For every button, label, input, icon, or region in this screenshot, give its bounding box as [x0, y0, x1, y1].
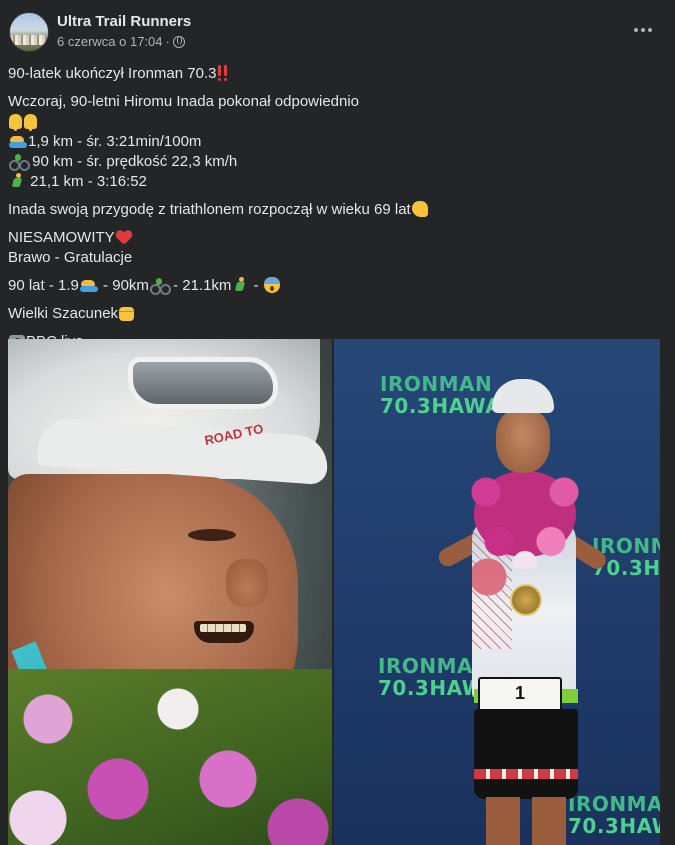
swim-line: 1,9 km - śr. 3:21min/100m	[8, 132, 663, 152]
face	[496, 409, 550, 473]
flexed-biceps-icon	[411, 201, 428, 217]
summary-part-swim: 90 lat - 1.9	[8, 277, 79, 294]
post-timestamp[interactable]: 6 czerwca o 17:04	[57, 34, 163, 49]
pointing-down-line	[8, 112, 663, 132]
double-exclamation-icon	[217, 65, 229, 81]
summary-part-end: -	[249, 277, 263, 294]
run-line: 21,1 km - 3:16:52	[8, 172, 663, 192]
swim-stat: 1,9 km - śr. 3:21min/100m	[28, 133, 202, 150]
finisher-medal	[510, 584, 542, 616]
sunglasses	[128, 357, 278, 409]
run-stat: 21,1 km - 3:16:52	[26, 173, 147, 190]
wow-text: NIESAMOWITY	[8, 229, 115, 246]
flower-lei	[8, 669, 332, 845]
start-line: Inada swoją przygodę z triathlonem rozpo…	[8, 200, 663, 220]
athlete: 1	[434, 379, 610, 845]
flower-lei	[460, 459, 590, 569]
photo-full-body[interactable]: IRONMAN 70.3HAWAII IRONMA 70.3HAWA IRONM…	[334, 339, 660, 845]
start-text: Inada swoją przygodę z triathlonem rozpo…	[8, 201, 411, 218]
summary-line: 90 lat - 1.9 - 90km - 21.1km -	[8, 276, 663, 296]
screaming-face-icon	[263, 277, 280, 293]
post-meta: 6 czerwca o 17:04 ·	[57, 34, 185, 49]
post-photos: ROAD TO IRONMAN 70.3HAWAII IRONMA 70.3HA…	[0, 339, 675, 845]
summary-part-bike: - 90km	[98, 277, 149, 294]
white-cap	[492, 379, 554, 413]
bravo-text: Brawo - Gratulacje	[8, 249, 133, 266]
summary-part-run: - 21.1km	[168, 277, 232, 294]
nose	[226, 559, 268, 607]
runner-icon	[9, 173, 25, 189]
meta-separator: ·	[165, 34, 170, 49]
swimmer-icon	[9, 133, 27, 149]
more-options-button[interactable]	[625, 18, 661, 42]
fist-icon	[119, 307, 135, 321]
post-header: Ultra Trail Runners 6 czerwca o 17:04 ·	[0, 0, 675, 56]
cyclist-icon	[9, 153, 30, 171]
swimmer-icon	[79, 277, 98, 293]
post-intro: Wczoraj, 90-letni Hiromu Inada pokonał o…	[8, 93, 360, 110]
bike-stat: 90 km - śr. prędkość 22,3 km/h	[28, 153, 238, 170]
post-headline-line: 90-latek ukończył Ironman 70.3	[8, 64, 663, 84]
photo-closeup[interactable]: ROAD TO	[8, 339, 332, 845]
globe-icon[interactable]	[172, 35, 185, 48]
red-heart-icon	[116, 229, 132, 245]
runner-icon	[232, 277, 248, 293]
pointing-down-icon	[24, 114, 37, 131]
post-text: 90-latek ukończył Ironman 70.3 Wczoraj, …	[8, 56, 663, 352]
respect-line: Wielki Szacunek	[8, 304, 663, 324]
more-horizontal-icon	[634, 28, 638, 32]
wow-line: NIESAMOWITY	[8, 228, 663, 248]
legs	[486, 797, 566, 845]
respect-text: Wielki Szacunek	[8, 305, 119, 322]
pointing-down-icon	[9, 114, 22, 131]
teeth	[200, 624, 246, 632]
cyclist-icon	[149, 277, 171, 295]
eye	[188, 529, 236, 541]
post-headline: 90-latek ukończył Ironman 70.3	[8, 65, 217, 82]
facebook-post: Ultra Trail Runners 6 czerwca o 17:04 · …	[0, 0, 675, 845]
tri-shorts	[474, 709, 578, 799]
page-name-link[interactable]: Ultra Trail Runners	[57, 13, 191, 30]
page-avatar[interactable]	[9, 12, 49, 52]
bike-line: 90 km - śr. prędkość 22,3 km/h	[8, 152, 663, 172]
